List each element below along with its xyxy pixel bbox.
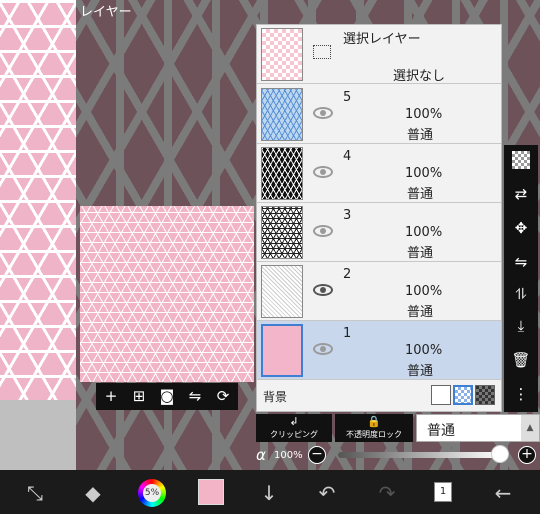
flip-vertical-icon[interactable]: ⥮ [510,283,532,305]
layer-thumbnail [261,147,303,200]
selection-layer-thumbnail [261,28,303,81]
panel-title: レイヤー [80,5,132,20]
layer-thumbnail [261,324,303,377]
opacity-decrease-button[interactable]: − [308,446,326,464]
layer-blend-mode: 普通 [407,364,434,379]
layer-opacity: 100% [405,284,443,299]
layer-name: 1 [343,326,352,341]
visibility-eye-icon[interactable] [313,225,333,237]
move-layer-icon[interactable]: ⇄ [510,183,532,205]
canvas-background-left [0,0,76,400]
clipping-button[interactable]: ↲ クリッピング [256,414,332,442]
trash-icon[interactable]: 🗑 [510,349,532,371]
layer-thumbnail [261,265,303,318]
layer-controls: ↲ クリッピング 🔒 不透明度ロック 普通 ▲ α 100% − + [256,414,540,470]
canvas-margin [0,400,76,470]
layer-blend-mode: 普通 [407,305,434,320]
bottom-toolbar: ⤡ ◆ 5% ↓ ↶ ↷ 1 ← [0,470,540,514]
layer-action-toolbar: + ⊞ ◙ ⇋ ⟳ [96,383,238,410]
color-wheel-label: 5% [143,484,161,502]
color-wheel-icon[interactable]: 5% [138,479,166,507]
selection-layer-name: 選択レイヤー [343,32,421,47]
background-white-option[interactable] [431,385,451,405]
opacity-control: α 100% − + [256,444,540,468]
opacity-slider[interactable] [338,452,500,458]
layer-row-selected[interactable]: 1 100% 普通 [257,321,501,380]
layer-panel: 選択レイヤー 選択なし 5 100% 普通 4 100% 普通 3 100% 普… [256,24,502,412]
transform-icon[interactable]: ✥ [510,217,532,239]
layer-opacity: 100% [405,107,443,122]
rotate-icon[interactable]: ⟳ [212,386,234,407]
alpha-symbol: α [256,446,266,464]
layer-name: 2 [343,267,352,282]
opacity-increase-button[interactable]: + [518,446,536,464]
canvas-artwork[interactable] [80,206,254,382]
more-icon[interactable]: ⋮ [510,383,532,405]
layer-blend-mode: 普通 [407,128,434,143]
redo-icon[interactable]: ↷ [374,480,400,506]
back-icon[interactable]: ← [490,480,516,506]
checker-icon[interactable] [512,151,530,169]
flip-horizontal-icon[interactable]: ⇋ [510,251,532,273]
layer-blend-mode: 普通 [407,187,434,202]
visibility-eye-icon[interactable] [313,107,333,119]
layer-row[interactable]: 4 100% 普通 [257,144,501,203]
background-checker-option[interactable] [453,385,473,405]
merge-down-icon[interactable]: ⤓ [510,315,532,337]
down-arrow-icon[interactable]: ↓ [256,480,282,506]
alpha-lock-button[interactable]: 🔒 不透明度ロック [335,414,413,442]
flip-icon[interactable]: ⇋ [184,386,206,407]
layer-count: 1 [439,486,447,497]
dropdown-arrow-icon: ▲ [521,415,539,441]
layer-thumbnail [261,206,303,259]
layer-name: 3 [343,208,352,223]
opacity-value: 100% [274,450,303,461]
layer-blend-mode: 普通 [407,246,434,261]
visibility-eye-icon[interactable] [313,284,333,296]
visibility-eye-icon[interactable] [313,166,333,178]
layers-icon[interactable]: 1 [434,482,452,502]
selection-icon [313,45,331,59]
transform-tool-icon[interactable]: ⤡ [22,480,48,506]
background-row: 背景 [257,380,501,412]
visibility-eye-icon[interactable] [313,343,333,355]
clipping-label: クリッピング [270,430,318,439]
color-swatch[interactable] [198,479,224,505]
clipping-icon: ↲ [289,415,299,428]
camera-icon[interactable]: ◙ [156,386,178,407]
background-dark-option[interactable] [475,385,495,405]
layer-row[interactable]: 5 100% 普通 [257,85,501,144]
blend-mode-value: 普通 [427,423,455,439]
lock-icon: 🔒 [367,415,381,428]
blend-mode-select[interactable]: 普通 ▲ [416,414,540,442]
layer-opacity: 100% [405,166,443,181]
layer-thumbnail [261,88,303,141]
selection-layer-row[interactable]: 選択レイヤー 選択なし [257,25,501,84]
layer-opacity: 100% [405,343,443,358]
add-layer-box-icon[interactable]: ⊞ [128,386,150,407]
layer-opacity: 100% [405,225,443,240]
layer-name: 4 [343,149,352,164]
add-layer-icon[interactable]: + [100,386,122,407]
layer-side-toolbar: ⇄ ✥ ⇋ ⥮ ⤓ 🗑 ⋮ [504,145,538,412]
undo-icon[interactable]: ↶ [314,480,340,506]
layer-row[interactable]: 3 100% 普通 [257,203,501,262]
layer-name: 5 [343,90,352,105]
selection-status: 選択なし [393,69,446,84]
fill-tool-icon[interactable]: ◆ [80,480,106,506]
alpha-lock-label: 不透明度ロック [346,430,402,439]
opacity-slider-handle[interactable] [491,445,509,463]
background-label: 背景 [263,390,288,404]
layer-row[interactable]: 2 100% 普通 [257,262,501,321]
